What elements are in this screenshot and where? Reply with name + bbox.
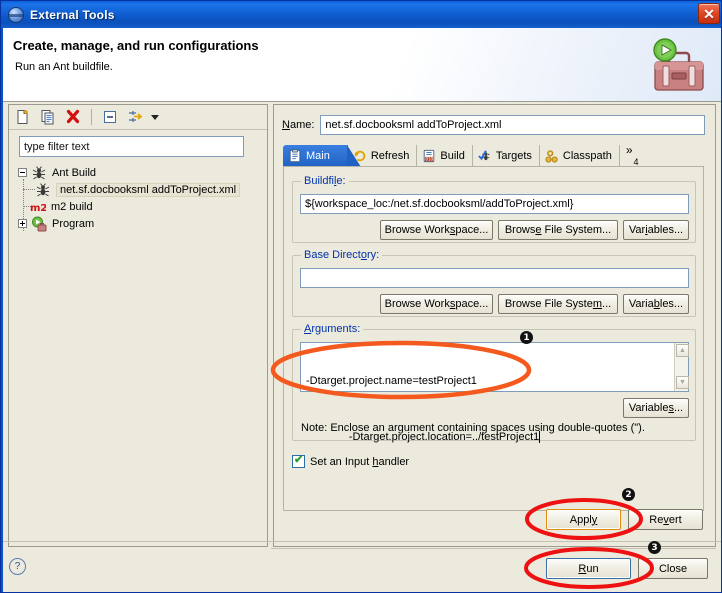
- title-bar: External Tools ✕: [1, 1, 721, 28]
- tab-label: Build: [440, 150, 465, 162]
- scroll-down-icon[interactable]: ▼: [676, 376, 689, 389]
- targets-tab-icon: [478, 150, 490, 161]
- annotation-badge-1: 1: [520, 331, 533, 344]
- buildfile-browse-workspace-button[interactable]: Browse Workspace...: [380, 220, 493, 240]
- base-directory-browse-file-system-button[interactable]: Browse File System...: [498, 294, 618, 314]
- duplicate-icon[interactable]: [38, 108, 58, 127]
- refresh-tab-icon: [354, 150, 366, 162]
- arguments-line-1: -Dtarget.project.name=testProject1: [306, 375, 477, 387]
- tree-item-m2-build[interactable]: m2 m2 build: [30, 198, 93, 215]
- toolbar-separator: [91, 109, 92, 125]
- tree-item-program[interactable]: Program: [18, 215, 94, 232]
- classpath-tab-icon: [545, 150, 558, 163]
- main-tab-content: Buildfile: Browse Workspace... Browse Fi…: [283, 166, 704, 511]
- tab-overflow-chevron: »: [625, 143, 633, 157]
- collapse-all-icon[interactable]: [100, 108, 120, 127]
- base-directory-variables-button[interactable]: Variables...: [623, 294, 689, 314]
- eclipse-sphere-icon: [8, 6, 24, 23]
- arguments-group: Arguments: -Dtarget.project.name=testPro…: [292, 323, 696, 443]
- apply-label: Apply: [569, 513, 598, 526]
- tab-label: Classpath: [562, 150, 612, 162]
- build-tab-icon: 010: [424, 149, 435, 163]
- footer-separator: [3, 541, 721, 542]
- base-directory-input[interactable]: [300, 268, 689, 288]
- set-input-handler-checkbox[interactable]: [292, 453, 305, 468]
- help-icon[interactable]: ?: [9, 558, 26, 575]
- svg-text:010: 010: [426, 157, 434, 162]
- toolbox-with-run-arrow-icon: [653, 38, 704, 91]
- configurations-panel: Ant Build net.sf.docbooksml addToProject…: [8, 104, 268, 547]
- run-label: Run: [578, 562, 599, 575]
- annotation-badge-2: 2: [622, 488, 635, 501]
- svg-text:m2: m2: [30, 203, 46, 214]
- base-directory-browse-workspace-button[interactable]: Browse Workspace...: [380, 294, 493, 314]
- annotation-badge-3: 3: [648, 541, 661, 554]
- tree-item-label: Program: [52, 217, 95, 230]
- tab-refresh[interactable]: Refresh: [348, 145, 418, 167]
- filter-input[interactable]: [19, 136, 244, 157]
- close-label: Close: [658, 562, 688, 575]
- revert-button[interactable]: Revert: [628, 509, 703, 530]
- tree-item-ant-build[interactable]: Ant Build: [18, 164, 96, 181]
- apply-button[interactable]: Apply: [546, 509, 621, 530]
- tab-build[interactable]: 010 Build: [417, 145, 473, 167]
- delete-icon[interactable]: [63, 108, 83, 127]
- tab-main[interactable]: Main: [283, 145, 361, 167]
- program-run-icon: [32, 216, 47, 231]
- buildfile-variables-button[interactable]: Variables...: [623, 220, 689, 240]
- scroll-up-icon[interactable]: ▲: [676, 344, 689, 357]
- new-launch-configuration-icon[interactable]: [13, 108, 33, 127]
- filter-icon[interactable]: [125, 108, 145, 127]
- ant-icon: [32, 165, 46, 179]
- tree-item-label: net.sf.docbooksml addToProject.xml: [56, 182, 241, 197]
- configuration-editor-panel: Name: Main: [273, 104, 716, 547]
- name-row: Name:: [282, 115, 706, 135]
- tree-item-label: m2 build: [51, 200, 93, 213]
- revert-label: Revert: [649, 513, 682, 526]
- main-tab-icon: [289, 149, 301, 163]
- close-icon[interactable]: ✕: [698, 3, 720, 24]
- arguments-input[interactable]: -Dtarget.project.name=testProject1 -Dtar…: [300, 342, 689, 443]
- dialog-header: Create, manage, and run configurations R…: [3, 28, 721, 102]
- external-tools-dialog: External Tools ✕ Create, manage, and run…: [0, 0, 722, 593]
- name-label: Name:: [282, 119, 315, 131]
- configurations-tree[interactable]: Ant Build net.sf.docbooksml addToProject…: [10, 162, 266, 545]
- tab-label: Targets: [495, 150, 532, 162]
- name-input[interactable]: [320, 115, 706, 135]
- close-button[interactable]: Close: [638, 558, 708, 579]
- arguments-variables-button[interactable]: Variables...: [623, 398, 689, 418]
- tree-expander-icon[interactable]: [18, 168, 27, 177]
- tree-item-addtoproject[interactable]: net.sf.docbooksml addToProject.xml: [35, 181, 241, 198]
- tree-line: [23, 189, 35, 190]
- buildfile-group: Buildfile: Browse Workspace... Browse Fi…: [292, 175, 696, 243]
- page-subtitle: Run an Ant buildfile.: [15, 61, 113, 73]
- tree-item-label: Ant Build: [52, 166, 97, 179]
- chevron-down-icon[interactable]: [150, 108, 160, 127]
- buildfile-input[interactable]: [300, 194, 689, 214]
- ant-icon: [36, 182, 50, 196]
- tab-overflow-button[interactable]: » 4: [620, 143, 645, 167]
- arguments-legend: Arguments:: [301, 323, 364, 335]
- page-title: Create, manage, and run configurations: [13, 38, 259, 53]
- arguments-note: Note: Enclose an argument containing spa…: [301, 422, 645, 434]
- buildfile-legend: Buildfile:: [301, 175, 349, 187]
- tab-bar[interactable]: Main Refresh 010 Build Targets Classpath…: [283, 143, 704, 167]
- base-directory-legend: Base Directory:: [301, 249, 383, 261]
- tab-targets[interactable]: Targets: [473, 145, 540, 167]
- base-directory-group: Base Directory: Browse Workspace... Brow…: [292, 249, 696, 317]
- tree-expander-icon[interactable]: [18, 219, 27, 228]
- set-input-handler-label: Set an Input handler: [310, 455, 410, 468]
- tab-label: Main: [306, 150, 330, 162]
- tab-label: Refresh: [370, 150, 410, 162]
- arguments-scrollbar[interactable]: ▲ ▼: [674, 343, 689, 391]
- input-handler-row[interactable]: Set an Input handler: [292, 453, 410, 468]
- buildfile-browse-file-system-button[interactable]: Browse File System...: [498, 220, 618, 240]
- m2-icon: m2: [30, 203, 46, 214]
- configurations-toolbar: [9, 105, 267, 130]
- run-button[interactable]: Run: [546, 558, 631, 579]
- tab-classpath[interactable]: Classpath: [540, 145, 620, 167]
- window-title: External Tools: [30, 7, 115, 22]
